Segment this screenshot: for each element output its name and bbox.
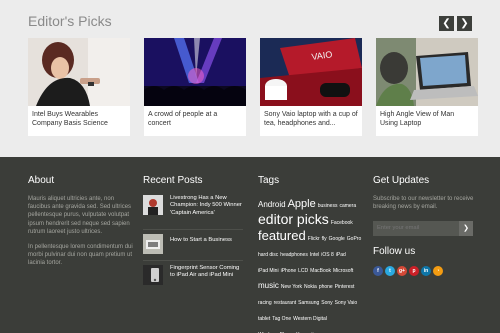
- about-title: About: [28, 175, 55, 186]
- pick-image-man-laptop[interactable]: [376, 38, 478, 106]
- tag-link[interactable]: Samsung: [298, 298, 319, 308]
- get-updates-widget: Get Updates Subscribe to our newsletter …: [373, 175, 478, 276]
- tag-link[interactable]: tablet: [258, 314, 270, 324]
- tag-link[interactable]: Apple: [288, 198, 316, 211]
- pick-card[interactable]: A crowd of people at a concert: [144, 38, 246, 136]
- tag-link[interactable]: business: [318, 201, 338, 211]
- recent-post-thumbnail[interactable]: [143, 195, 163, 215]
- tag-link[interactable]: Sony Vaio: [335, 298, 357, 308]
- tag-link[interactable]: iPhone: [281, 266, 297, 276]
- recent-post-link[interactable]: Livestrong Has a New Champion: Indy 500 …: [170, 195, 245, 217]
- tag-link[interactable]: New York: [281, 282, 302, 292]
- about-widget: About Mauris aliquet ultricies ante, non…: [28, 175, 133, 275]
- tag-link[interactable]: Microsoft: [333, 266, 353, 276]
- follow-us-title: Follow us: [373, 245, 416, 257]
- divider: [143, 229, 243, 230]
- recent-post-thumbnail[interactable]: [143, 265, 163, 285]
- recent-post-item[interactable]: How to Start a Business: [143, 234, 243, 260]
- pick-caption[interactable]: A crowd of people at a concert: [144, 106, 246, 128]
- divider: [143, 260, 243, 261]
- tag-link[interactable]: fly: [322, 234, 327, 244]
- pick-card[interactable]: VAIO Sony Vaio laptop with a cup of tea,…: [260, 38, 362, 136]
- editors-picks-title: Editor's Picks: [28, 13, 112, 29]
- carousel-prev-button[interactable]: ❮: [439, 16, 454, 31]
- facebook-icon[interactable]: f: [373, 265, 383, 276]
- tag-cloud: Android Apple business camera editor picks Fa…: [258, 195, 366, 333]
- carousel-next-button[interactable]: ❯: [457, 16, 472, 31]
- chevron-right-icon: ❯: [460, 18, 469, 29]
- tag-link[interactable]: Intel: [310, 250, 319, 260]
- tag-link[interactable]: racing: [258, 298, 272, 308]
- tag-link[interactable]: MacBook: [310, 266, 331, 276]
- pick-card[interactable]: Intel Buys Wearables Company Basis Scien…: [28, 38, 130, 136]
- tag-link[interactable]: phone: [319, 282, 333, 292]
- recent-post-thumbnail[interactable]: [143, 234, 163, 254]
- pinterest-icon[interactable]: p: [409, 265, 419, 276]
- tag-link[interactable]: iPad Mini: [258, 266, 279, 276]
- social-icons: f t g+ p in ◔: [373, 265, 478, 276]
- pick-caption[interactable]: Intel Buys Wearables Company Basis Scien…: [28, 106, 130, 128]
- tags-widget: Tags Android Apple business camera editor pi…: [258, 175, 366, 333]
- pick-image-wearables[interactable]: [28, 38, 130, 106]
- tag-link[interactable]: LCD: [298, 266, 308, 276]
- tag-link[interactable]: GoPro: [347, 234, 361, 244]
- tag-link[interactable]: editor picks: [258, 211, 329, 227]
- tag-link[interactable]: Facebook: [331, 218, 353, 228]
- about-text: Mauris aliquet ultricies ante, non fauci…: [28, 196, 132, 235]
- recent-posts-title: Recent Posts: [143, 175, 203, 186]
- tag-link[interactable]: iPad: [336, 250, 346, 260]
- tag-link[interactable]: camera: [339, 201, 356, 211]
- subscribe-button[interactable]: ❯: [459, 220, 473, 236]
- tag-link[interactable]: Western Digital: [293, 314, 327, 324]
- tag-link[interactable]: restaurant: [274, 298, 297, 308]
- about-text: In pellentesque lorem condimentum dui mo…: [28, 244, 133, 267]
- tag-link[interactable]: Google: [329, 234, 345, 244]
- google-plus-icon[interactable]: g+: [397, 265, 407, 276]
- recent-posts-widget: Recent Posts Livestrong Has a New Champi…: [143, 175, 243, 299]
- pick-caption[interactable]: Sony Vaio laptop with a cup of tea, head…: [260, 106, 362, 128]
- tag-link[interactable]: Android: [258, 200, 286, 210]
- pick-image-sony-vaio[interactable]: VAIO: [260, 38, 362, 106]
- chevron-right-icon: ❯: [463, 224, 469, 232]
- newsletter-description: Subscribe to our newsletter to receive b…: [373, 196, 474, 211]
- recent-post-link[interactable]: How to Start a Business: [170, 237, 245, 244]
- rss-icon[interactable]: ◔: [433, 265, 443, 276]
- email-input[interactable]: [373, 220, 459, 236]
- linkedin-icon[interactable]: in: [421, 265, 431, 276]
- twitter-icon[interactable]: t: [385, 265, 395, 276]
- tag-link[interactable]: Tag One: [272, 314, 291, 324]
- recent-post-item[interactable]: Livestrong Has a New Champion: Indy 500 …: [143, 195, 243, 229]
- newsletter-form: ❯: [373, 220, 473, 236]
- chevron-left-icon: ❮: [442, 18, 451, 29]
- tags-title: Tags: [258, 175, 280, 186]
- get-updates-title: Get Updates: [373, 175, 430, 186]
- tag-link[interactable]: Pinterest: [335, 282, 355, 292]
- footer: About Mauris aliquet ultricies ante, non…: [0, 157, 500, 333]
- pick-caption[interactable]: High Angle View of Man Using Laptop: [376, 106, 478, 128]
- tag-link[interactable]: hard disc: [258, 250, 278, 260]
- pick-card[interactable]: High Angle View of Man Using Laptop: [376, 38, 478, 136]
- tag-link[interactable]: Sony: [321, 298, 332, 308]
- tag-link[interactable]: headphones: [280, 250, 308, 260]
- tag-link[interactable]: Flickr: [308, 234, 320, 244]
- recent-post-link[interactable]: Fingerprint Sensor Coming to iPad Air an…: [170, 265, 245, 280]
- tag-link[interactable]: featured: [258, 228, 306, 243]
- recent-post-item[interactable]: Fingerprint Sensor Coming to iPad Air an…: [143, 265, 243, 299]
- tag-link[interactable]: iOS 8: [321, 250, 334, 260]
- tag-link[interactable]: music: [258, 281, 279, 291]
- editors-picks-section: Editor's Picks ❮ ❯ Intel Buys Wearables …: [0, 0, 500, 157]
- tag-link[interactable]: Nokia: [304, 282, 317, 292]
- pick-image-concert[interactable]: [144, 38, 246, 106]
